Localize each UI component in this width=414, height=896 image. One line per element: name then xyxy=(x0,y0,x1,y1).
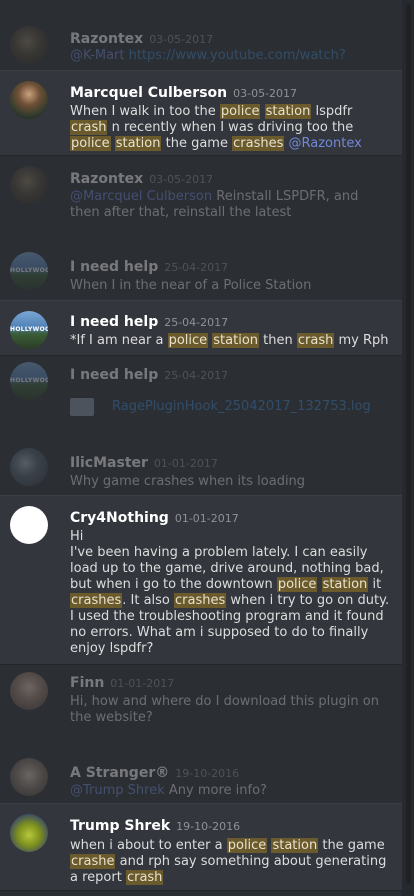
author-name[interactable]: IlicMaster xyxy=(70,455,148,471)
search-match: station xyxy=(264,104,312,119)
timestamp: 19-10-2016 xyxy=(176,820,241,833)
attachment-link[interactable]: RagePluginHook_25042017_132753.log xyxy=(112,399,371,414)
timestamp: 19-10-2016 xyxy=(175,767,240,780)
search-match: station xyxy=(212,333,260,348)
message-item[interactable]: IlicMaster 01-01-2017 Why game crashes wh… xyxy=(0,446,402,494)
author-name[interactable]: Cry4Nothing xyxy=(70,510,169,526)
author-name[interactable]: Razontex xyxy=(70,31,143,47)
search-match: station xyxy=(321,577,369,592)
avatar[interactable] xyxy=(10,448,48,486)
avatar[interactable] xyxy=(10,26,48,64)
author-name[interactable]: Finn xyxy=(70,675,104,691)
avatar[interactable] xyxy=(10,166,48,204)
search-match: crashe xyxy=(70,854,116,869)
search-match: police xyxy=(226,838,268,853)
search-match: crash xyxy=(70,120,108,135)
message-item[interactable]: A Stranger® 19-10-2016 @Trump Shrek Any m… xyxy=(0,754,402,802)
avatar[interactable]: HOLLYWOOD xyxy=(10,311,48,349)
message-text: When I in the near of a Police Station xyxy=(70,278,312,293)
timestamp: 03-05-2017 xyxy=(149,173,214,186)
avatar[interactable] xyxy=(10,672,48,710)
author-name[interactable]: I need help xyxy=(70,259,158,275)
avatar[interactable] xyxy=(10,506,48,544)
author-name[interactable]: I need help xyxy=(70,314,158,330)
scrollbar[interactable] xyxy=(402,0,414,896)
author-name[interactable]: A Stranger® xyxy=(70,765,169,781)
message-link[interactable]: https://www.youtube.com/watch? xyxy=(129,48,346,63)
avatar[interactable] xyxy=(10,758,48,796)
user-mention[interactable]: @Razontex xyxy=(289,136,362,151)
message-text: Hi, how and where do I download this plu… xyxy=(70,694,379,724)
author-name[interactable]: Marcquel Culberson xyxy=(70,85,227,101)
timestamp: 25-04-2017 xyxy=(164,316,229,329)
search-match: police xyxy=(167,333,209,348)
message-item[interactable]: HOLLYWOOD I need help 25-04-2017 *If I am… xyxy=(0,300,402,356)
user-mention[interactable]: @Marcquel Culberson xyxy=(70,189,212,204)
message-item[interactable]: Marcquel Culberson 03-05-2017 When I walk… xyxy=(0,70,402,156)
search-match: crashes xyxy=(70,593,123,608)
message-item[interactable]: HOLLYWOOD I need help 25-04-2017 When I i… xyxy=(0,250,402,298)
search-match: crashes xyxy=(232,136,285,151)
search-match: crash xyxy=(296,333,335,348)
avatar[interactable]: HOLLYWOOD xyxy=(10,252,48,290)
user-mention[interactable]: @Trump Shrek xyxy=(70,783,165,798)
timestamp: 01-01-2017 xyxy=(174,512,239,525)
message-text: @Marcquel Culberson Reinstall LSPDFR, an… xyxy=(70,189,359,220)
message-text: When I walk in too the police station ls… xyxy=(70,104,362,151)
search-match: crashes xyxy=(174,593,227,608)
avatar[interactable]: HOLLYWOOD xyxy=(10,362,48,400)
search-match: police xyxy=(70,136,111,151)
avatar[interactable] xyxy=(10,81,48,119)
message-text: Why game crashes when its loading xyxy=(70,474,306,489)
author-name[interactable]: Razontex xyxy=(70,171,143,187)
search-match: crash xyxy=(125,870,164,885)
message-item[interactable]: Razontex 03-05-2017 @K-Mart https://www.y… xyxy=(0,0,402,70)
message-item[interactable]: Cry4Nothing 01-01-2017 Hi I've been havin… xyxy=(0,495,402,665)
avatar[interactable] xyxy=(10,814,48,852)
timestamp: 25-04-2017 xyxy=(164,261,229,274)
message-item[interactable]: Razontex 03-05-2017 @Marcquel Culberson R… xyxy=(0,156,402,226)
author-name[interactable]: Trump Shrek xyxy=(70,818,170,834)
search-match: police xyxy=(276,577,318,592)
scrollbar-thumb[interactable] xyxy=(406,4,411,884)
message-text: @Trump Shrek Any more info? xyxy=(70,783,267,798)
user-mention[interactable]: @K-Mart xyxy=(70,48,124,63)
message-text: when i about to enter a police station t… xyxy=(70,838,387,885)
timestamp: 01-01-2017 xyxy=(153,457,218,470)
timestamp: 03-05-2017 xyxy=(233,87,298,100)
author-name[interactable]: I need help xyxy=(70,367,158,383)
message-item[interactable]: HOLLYWOOD I need help 25-04-2017 RagePlug… xyxy=(0,358,402,418)
message-text: *If I am near a police station then cras… xyxy=(70,333,389,348)
search-match: station xyxy=(114,136,162,151)
timestamp: 03-05-2017 xyxy=(149,33,214,46)
file-icon xyxy=(70,398,94,416)
timestamp: 25-04-2017 xyxy=(164,369,229,382)
message-text: Hi I've been having a problem lately. I … xyxy=(70,529,390,656)
message-item[interactable]: Finn 01-01-2017 Hi, how and where do I do… xyxy=(0,668,402,724)
search-match: station xyxy=(271,838,319,853)
message-item[interactable]: Trump Shrek 19-10-2016 when i about to en… xyxy=(0,803,402,891)
timestamp: 01-01-2017 xyxy=(110,677,175,690)
message-feed[interactable]: Razontex 03-05-2017 @K-Mart https://www.y… xyxy=(0,0,402,896)
search-match: police xyxy=(219,104,261,119)
